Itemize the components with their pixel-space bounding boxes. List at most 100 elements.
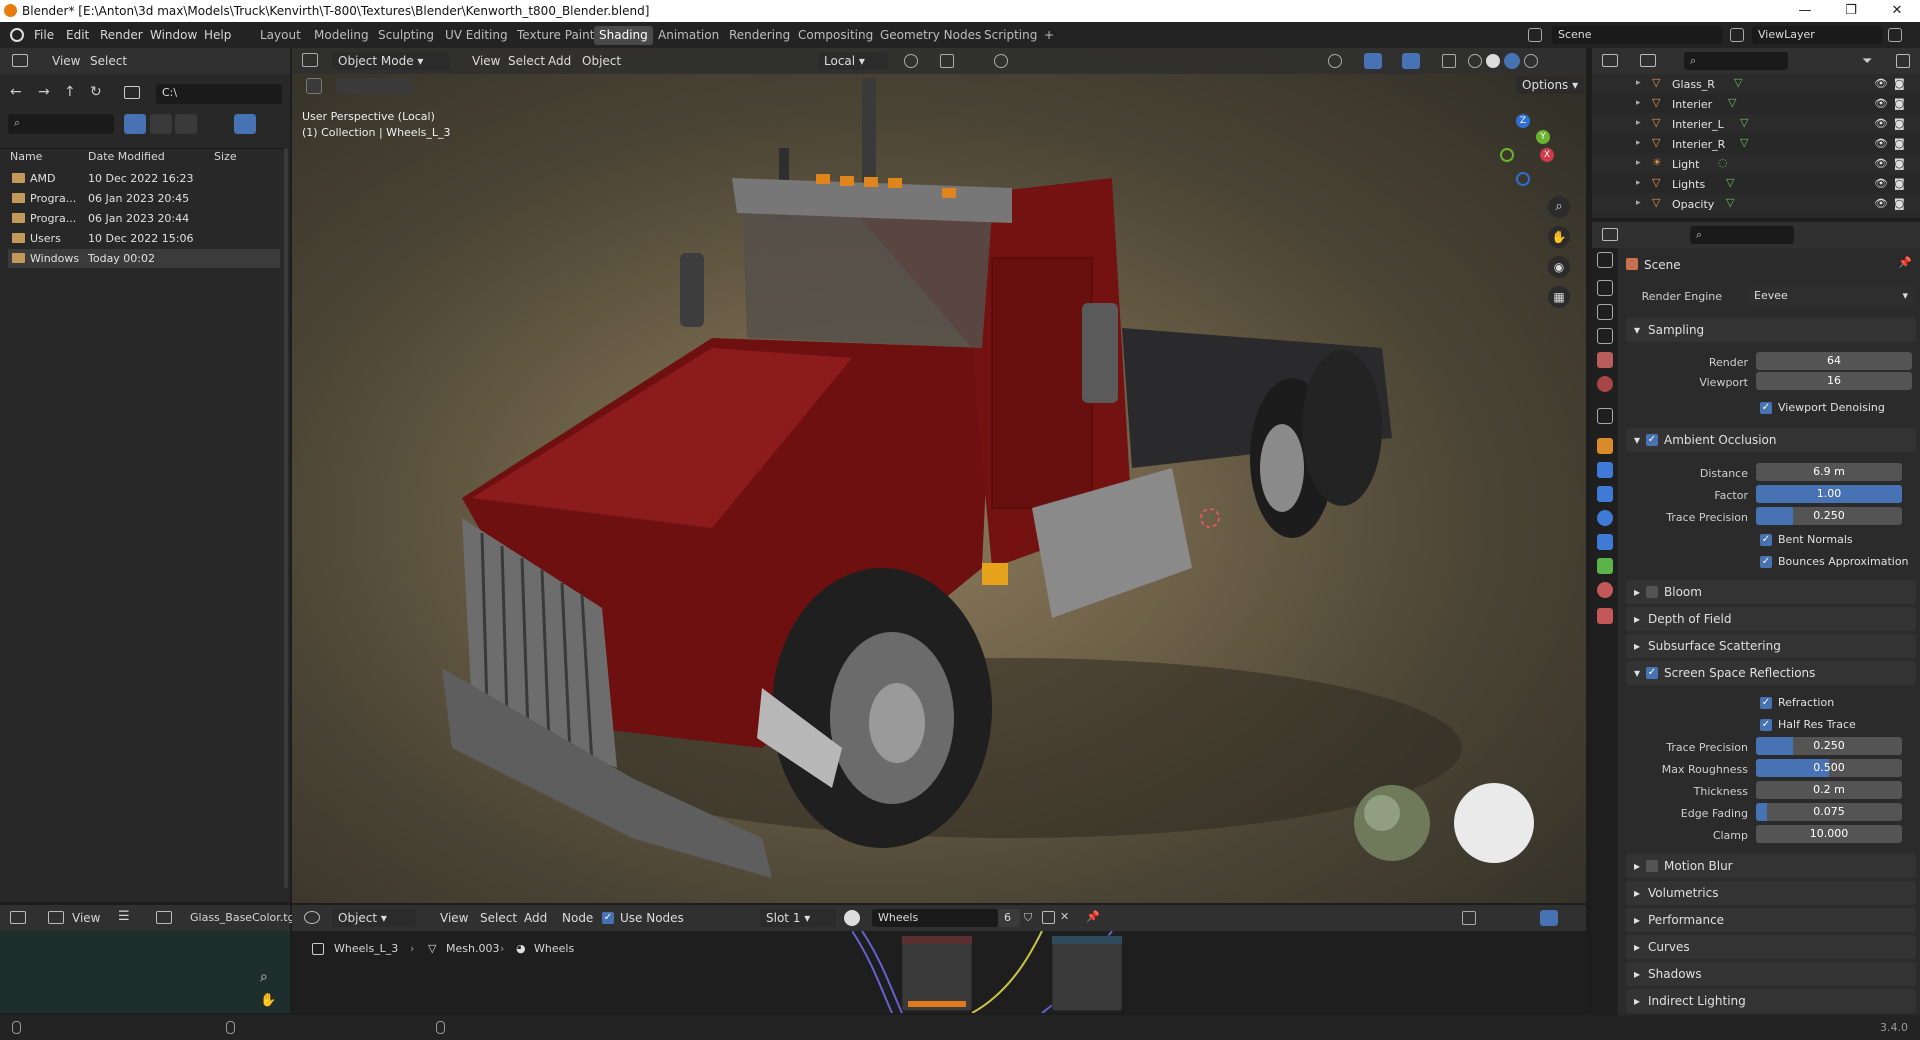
unlink-x-icon[interactable]: ✕ xyxy=(1060,910,1069,923)
outliner-search-input[interactable]: ⌕ xyxy=(1684,52,1788,70)
file-row[interactable]: Progra... 06 Jan 2023 20:45 xyxy=(8,189,280,208)
camera-view-icon[interactable]: ◉ xyxy=(1548,256,1570,278)
ssr-enable-checkbox[interactable]: ✓ xyxy=(1646,667,1658,679)
outliner-item[interactable]: ▸ ☀ Light ◌ 👁 ◙ xyxy=(1592,154,1920,174)
data-tab-icon[interactable] xyxy=(1597,558,1613,574)
constraints-tab-icon[interactable] xyxy=(1597,534,1613,550)
image-editor-type-icon[interactable] xyxy=(10,911,26,924)
eye-icon[interactable]: 👁 xyxy=(1874,137,1888,150)
xray-icon[interactable] xyxy=(1442,54,1456,68)
camera-render-icon[interactable]: ◙ xyxy=(1894,137,1905,150)
parent-dir-icon[interactable]: ↑ xyxy=(64,84,76,100)
tab-shading[interactable]: Shading xyxy=(594,26,653,45)
wireframe-shading-icon[interactable] xyxy=(1468,54,1482,68)
camera-render-icon[interactable]: ◙ xyxy=(1894,157,1905,170)
eye-icon[interactable]: 👁 xyxy=(1874,157,1888,170)
tab-scripting[interactable]: Scripting xyxy=(984,26,1037,45)
file-row[interactable]: Users 10 Dec 2022 15:06 xyxy=(8,229,280,248)
image-editor[interactable]: View ☰ Glass_BaseColor.tga ⌕ ✋ xyxy=(0,905,301,1013)
back-arrow-icon[interactable]: ← xyxy=(10,84,22,100)
material-tab-icon[interactable] xyxy=(1597,582,1613,598)
new-collection-icon[interactable] xyxy=(1896,54,1910,68)
close-button[interactable]: ✕ xyxy=(1874,0,1920,22)
physics-tab-icon[interactable] xyxy=(1597,510,1613,526)
menu-render[interactable]: Render xyxy=(100,28,143,42)
ao-distance-field[interactable]: 6.9 m xyxy=(1756,463,1902,481)
eye-icon[interactable]: 👁 xyxy=(1874,97,1888,110)
rendered-shading-icon[interactable] xyxy=(1524,54,1538,68)
image-menu-view[interactable]: View xyxy=(72,911,100,925)
outliner-editor-icon[interactable] xyxy=(1602,54,1618,67)
minimize-button[interactable]: — xyxy=(1782,0,1828,22)
duplicate-material-icon[interactable] xyxy=(1042,911,1055,924)
slot-dropdown[interactable]: Slot 1 ▾ xyxy=(760,909,836,927)
gizmo-toggle-icon[interactable] xyxy=(1364,53,1382,69)
view-layer-options-icon[interactable] xyxy=(1888,28,1902,42)
gizmo-z-axis[interactable]: Z xyxy=(1516,114,1530,128)
refresh-icon[interactable]: ↻ xyxy=(90,84,102,100)
editor-type-3d-icon[interactable] xyxy=(302,53,318,67)
scene-tab-icon[interactable] xyxy=(1597,352,1613,368)
expand-arrow-icon[interactable]: ▸ xyxy=(1636,78,1641,88)
render-engine-dropdown[interactable]: Eevee ▾ xyxy=(1748,286,1914,306)
panel-indirect-lighting[interactable]: ▸ Indirect Lighting xyxy=(1626,989,1916,1013)
file-search-input[interactable]: ⌕ xyxy=(8,114,114,134)
eye-icon[interactable]: 👁 xyxy=(1874,77,1888,90)
menu-edit[interactable]: Edit xyxy=(66,28,89,42)
tab-texture-paint[interactable]: Texture Paint xyxy=(517,26,594,45)
fake-user-shield-icon[interactable]: ⛉ xyxy=(1024,911,1032,925)
node-graph[interactable] xyxy=(852,931,1252,1013)
expand-arrow-icon[interactable]: ▸ xyxy=(1636,98,1641,108)
camera-render-icon[interactable]: ◙ xyxy=(1894,97,1905,110)
half-res-trace-checkbox[interactable]: ✓ xyxy=(1760,719,1772,731)
material-users-count[interactable]: 6 xyxy=(998,909,1020,927)
tab-compositing[interactable]: Compositing xyxy=(798,26,873,45)
tab-geometry-nodes[interactable]: Geometry Nodes xyxy=(880,26,981,45)
visibility-icon[interactable] xyxy=(1328,54,1342,68)
panel-sampling[interactable]: ▾ Sampling xyxy=(1626,318,1916,342)
breadcrumb-mesh[interactable]: Mesh.003 xyxy=(446,942,499,955)
bloom-checkbox[interactable] xyxy=(1646,586,1658,598)
viewport-menu-select[interactable]: Select xyxy=(508,52,545,70)
file-row[interactable]: AMD 10 Dec 2022 16:23 xyxy=(8,169,280,188)
node-menu-view[interactable]: View xyxy=(440,909,468,927)
panel-bloom[interactable]: ▸ Bloom xyxy=(1626,580,1916,604)
eye-icon[interactable]: 👁 xyxy=(1874,177,1888,190)
use-nodes-checkbox[interactable]: ✓ xyxy=(602,912,614,924)
breadcrumb-object[interactable]: Wheels_L_3 xyxy=(334,942,398,955)
image-name[interactable]: Glass_BaseColor.tga xyxy=(190,911,301,924)
output-tab-icon[interactable] xyxy=(1597,304,1613,320)
pin-icon[interactable]: 📌 xyxy=(1086,910,1100,923)
transform-orientation-dropdown[interactable]: Local ▾ xyxy=(818,52,888,70)
gizmo-neg-z[interactable] xyxy=(1516,172,1530,186)
pin-icon[interactable]: 📌 xyxy=(1898,256,1912,269)
3d-viewport[interactable]: Object Mode ▾ View Select Add Object Loc… xyxy=(292,48,1586,903)
options-dropdown[interactable]: Options ▾ xyxy=(1516,76,1585,94)
camera-render-icon[interactable]: ◙ xyxy=(1894,177,1905,190)
editor-type-icon[interactable] xyxy=(12,54,28,67)
node-editor-type-icon[interactable] xyxy=(304,911,320,924)
overlay-toggle-icon[interactable] xyxy=(1402,53,1420,69)
solid-shading-icon[interactable] xyxy=(1486,54,1500,68)
tab-rendering[interactable]: Rendering xyxy=(729,26,790,45)
modifier-tab-icon[interactable] xyxy=(1597,462,1613,478)
viewport-menu-object[interactable]: Object xyxy=(582,52,621,70)
ao-trace-precision-slider[interactable]: 0.250 xyxy=(1756,507,1902,525)
ao-factor-slider[interactable]: 1.00 xyxy=(1756,485,1902,503)
select-tool-icon[interactable] xyxy=(306,78,322,94)
zoom-icon[interactable]: ⌕ xyxy=(260,969,268,985)
clamp-field[interactable]: 10.000 xyxy=(1756,825,1902,843)
refraction-checkbox[interactable]: ✓ xyxy=(1760,697,1772,709)
outliner-filter-icon[interactable]: ⏷ xyxy=(1862,54,1872,69)
viewport-menu-add[interactable]: Add xyxy=(548,52,571,70)
tab-modeling[interactable]: Modeling xyxy=(314,26,369,45)
outliner-item[interactable]: ▸ ▽ Opacity ▽ 👁 ◙ xyxy=(1592,194,1920,214)
menu-help[interactable]: Help xyxy=(204,28,231,42)
edge-fading-slider[interactable]: 0.075 xyxy=(1756,803,1902,821)
collection-tab-icon[interactable] xyxy=(1597,408,1613,424)
hamburger-menu-icon[interactable]: ☰ xyxy=(118,909,130,924)
panel-depth-of-field[interactable]: ▸ Depth of Field xyxy=(1626,607,1916,631)
path-input[interactable]: C:\ xyxy=(156,84,282,104)
expand-arrow-icon[interactable]: ▸ xyxy=(1636,138,1641,148)
panel-motion-blur[interactable]: ▸ Motion Blur xyxy=(1626,854,1916,878)
